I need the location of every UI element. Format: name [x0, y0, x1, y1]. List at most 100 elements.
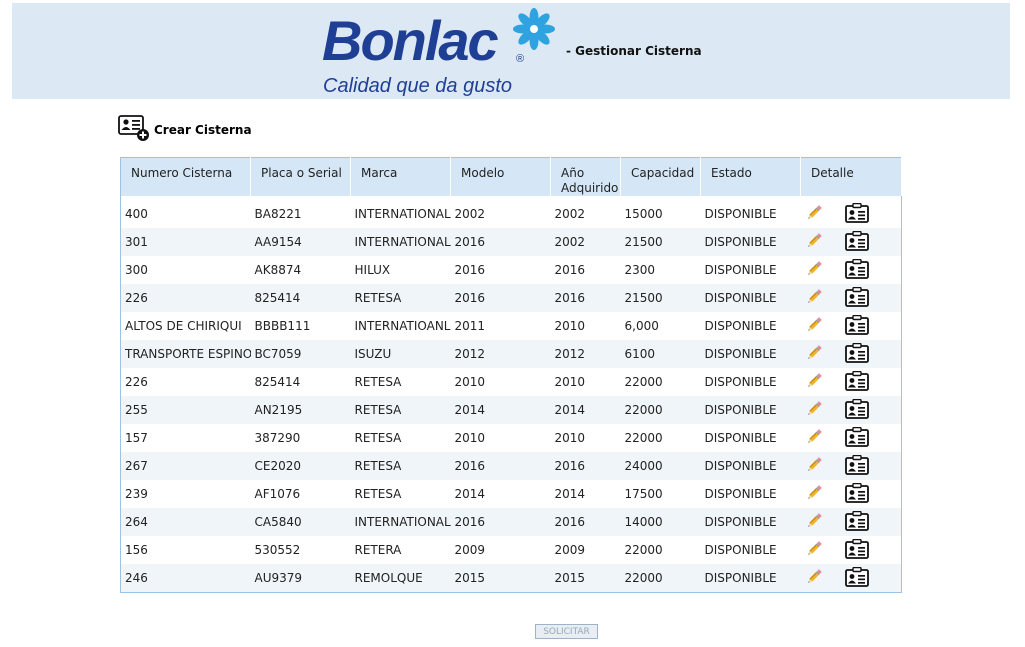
- column-header[interactable]: Detalle: [800, 157, 902, 196]
- table-cell: 2014: [450, 396, 551, 424]
- detail-actions-cell: [800, 564, 902, 593]
- table-cell: 6100: [620, 340, 701, 368]
- table-cell: 24000: [620, 452, 701, 480]
- id-card-icon[interactable]: [844, 286, 869, 310]
- id-card-icon[interactable]: [844, 370, 869, 394]
- table-cell: DISPONIBLE: [700, 396, 801, 424]
- table-cell: 2010: [550, 368, 621, 396]
- column-header[interactable]: Capacidad: [620, 157, 701, 196]
- id-card-icon[interactable]: [844, 342, 869, 366]
- table-cell: INTERNATIOANL: [350, 312, 451, 340]
- table-cell: 246: [120, 564, 251, 593]
- table-cell: 239: [120, 480, 251, 508]
- id-card-icon[interactable]: [844, 566, 869, 590]
- id-card-icon[interactable]: [844, 314, 869, 338]
- table-row: TRANSPORTE ESPINOZABC7059ISUZU2012201261…: [120, 340, 902, 368]
- id-card-icon[interactable]: [844, 202, 869, 226]
- table-cell: DISPONIBLE: [700, 368, 801, 396]
- table-row: 267 CE2020 RETESA 2016 2016 24000 DISPONIBLE: [120, 452, 902, 480]
- table-cell: 2016: [450, 256, 551, 284]
- detail-actions-cell: [800, 228, 902, 256]
- table-cell: CA5840: [250, 508, 351, 536]
- table-cell: ALTOS DE CHIRIQUI: [120, 312, 251, 340]
- pencil-icon[interactable]: [805, 568, 823, 589]
- id-card-icon[interactable]: [844, 426, 869, 450]
- table-cell: 2010: [550, 312, 621, 340]
- id-card-icon[interactable]: [844, 538, 869, 562]
- column-header[interactable]: Marca: [350, 157, 451, 196]
- column-header[interactable]: Modelo: [450, 157, 551, 196]
- table-cell: 2300: [620, 256, 701, 284]
- pencil-icon[interactable]: [805, 428, 823, 449]
- column-header[interactable]: Año Adquirido: [550, 157, 621, 196]
- table-cell: RETESA: [350, 424, 451, 452]
- table-cell: AK8874: [250, 256, 351, 284]
- id-card-icon[interactable]: [844, 482, 869, 506]
- table-cell: 2015: [550, 564, 621, 593]
- table-row: ALTOS DE CHIRIQUI BBBB111 INTERNATIOANL 201…: [120, 312, 902, 340]
- table-cell: BA8221: [250, 196, 351, 228]
- detail-actions-cell: [800, 340, 902, 368]
- pencil-icon[interactable]: [805, 372, 823, 393]
- pencil-icon[interactable]: [805, 400, 823, 421]
- table-cell: 2014: [450, 480, 551, 508]
- table-cell: DISPONIBLE: [700, 284, 801, 312]
- table-cell: RETESA: [350, 480, 451, 508]
- table-cell: DISPONIBLE: [700, 536, 801, 564]
- table-cell: RETERA: [350, 536, 451, 564]
- table-cell: TRANSPORTE ESPINOZA: [120, 340, 251, 368]
- table-row: 239 AF1076 RETESA 2014 2014 17500 DISPONIBLE: [120, 480, 902, 508]
- table-cell: 387290: [250, 424, 351, 452]
- create-cisterna-button[interactable]: Crear Cisterna: [118, 114, 252, 142]
- pencil-icon[interactable]: [805, 204, 823, 225]
- pencil-icon[interactable]: [805, 232, 823, 253]
- table-cell: DISPONIBLE: [700, 196, 801, 228]
- table-cell: 2010: [450, 368, 551, 396]
- table-cell: DISPONIBLE: [700, 424, 801, 452]
- table-cell: RETESA: [350, 396, 451, 424]
- table-cell: 530552: [250, 536, 351, 564]
- table-cell: 2016: [450, 452, 551, 480]
- table-cell: 156: [120, 536, 251, 564]
- id-card-icon[interactable]: [844, 398, 869, 422]
- table-cell: 2002: [550, 196, 621, 228]
- detail-actions-cell: [800, 424, 902, 452]
- table-cell: 2015: [450, 564, 551, 593]
- table-cell: 22000: [620, 368, 701, 396]
- table-cell: 2016: [550, 256, 621, 284]
- id-card-icon[interactable]: [844, 510, 869, 534]
- detail-actions-cell: [800, 396, 902, 424]
- pencil-icon[interactable]: [805, 540, 823, 561]
- table-cell: 22000: [620, 564, 701, 593]
- table-cell: AA9154: [250, 228, 351, 256]
- pencil-icon[interactable]: [805, 288, 823, 309]
- id-card-icon[interactable]: [844, 230, 869, 254]
- table-row: 264 CA5840 INTERNATIONAL 2016 2016 14000 DISPO…: [120, 508, 902, 536]
- table-cell: 301: [120, 228, 251, 256]
- table-cell: 2012: [550, 340, 621, 368]
- table-row: 255 AN2195 RETESA 2014 2014 22000 DISPONIBLE: [120, 396, 902, 424]
- column-header[interactable]: Numero Cisterna: [120, 157, 251, 196]
- solicitar-button[interactable]: SOLICITAR: [535, 624, 598, 639]
- pencil-icon[interactable]: [805, 484, 823, 505]
- table-cell: 157: [120, 424, 251, 452]
- table-cell: 22000: [620, 396, 701, 424]
- table-cell: 6,000: [620, 312, 701, 340]
- pencil-icon[interactable]: [805, 344, 823, 365]
- pencil-icon[interactable]: [805, 512, 823, 533]
- table-cell: AU9379: [250, 564, 351, 593]
- column-header[interactable]: Estado: [700, 157, 801, 196]
- column-header[interactable]: Placa o Serial: [250, 157, 351, 196]
- table-cell: RETESA: [350, 452, 451, 480]
- pencil-icon[interactable]: [805, 260, 823, 281]
- detail-actions-cell: [800, 256, 902, 284]
- bonlac-logo: Bonlac ® Calidad que da gusto: [322, 7, 555, 97]
- table-cell: DISPONIBLE: [700, 564, 801, 593]
- table-cell: 2010: [550, 424, 621, 452]
- id-card-icon[interactable]: [844, 258, 869, 282]
- pencil-icon[interactable]: [805, 316, 823, 337]
- id-card-icon[interactable]: [844, 454, 869, 478]
- table-cell: 2010: [450, 424, 551, 452]
- pencil-icon[interactable]: [805, 456, 823, 477]
- table-cell: 2016: [550, 284, 621, 312]
